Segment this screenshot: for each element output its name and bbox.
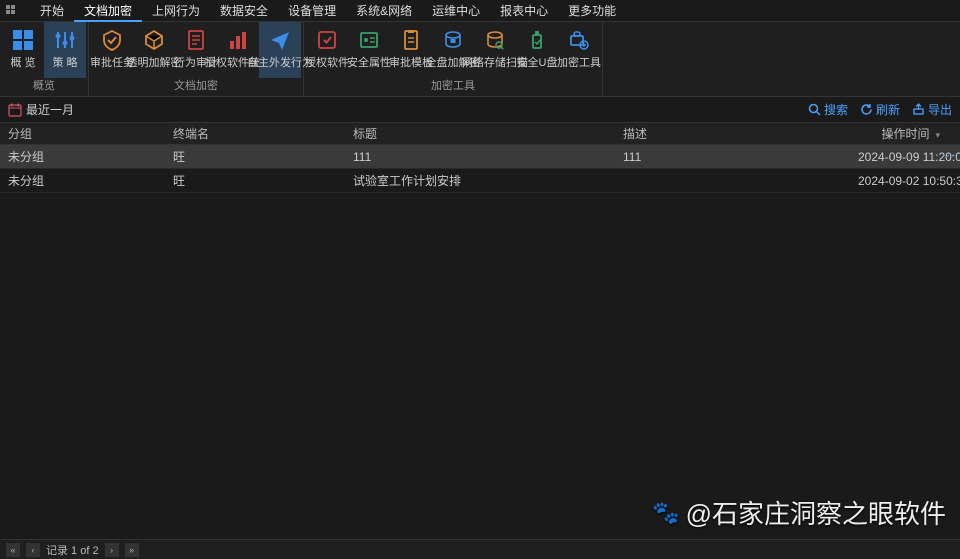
crypt-tool-icon [567,28,591,52]
ribbon: 概 览策 略概览审批任务透明加解密行为审计授权软件统计自主外发行为文档加密授权软… [0,22,960,97]
nav-first[interactable]: « [6,543,20,557]
table-row[interactable]: 未分组旺1111112024-09-09 11:20:03⋯ [0,145,960,169]
ribbon-overview[interactable]: 概 览 [2,22,44,78]
date-range-label: 最近一月 [26,101,74,118]
record-status: 记录 1 of 2 [46,542,99,558]
search-button[interactable]: 搜索 [808,101,848,118]
transparent-decrypt-icon [142,28,166,52]
export-icon [912,103,925,116]
row-more-icon[interactable]: ⋯ [941,145,956,169]
security-attr-icon [357,28,381,52]
secure-u-icon [525,28,549,52]
paw-icon: 🐾 [652,500,679,526]
overview-icon [11,28,35,52]
cell-title: 111 [345,146,615,168]
netstore-scan-icon [483,28,507,52]
fulldisk-crypt-icon [441,28,465,52]
ribbon-netstore-scan[interactable]: 网络存储扫描 [474,22,516,78]
menu-item-4[interactable]: 设备管理 [278,0,346,22]
menu-item-6[interactable]: 运维中心 [422,0,490,22]
refresh-icon [860,103,873,116]
search-icon [808,103,821,116]
menu-items: 开始文档加密上网行为数据安全设备管理系统&网络运维中心报表中心更多功能 [30,0,626,22]
cell-terminal: 旺 [165,146,345,168]
cell-group: 未分组 [0,146,165,168]
app-menu-icon[interactable] [4,4,20,18]
menu-item-0[interactable]: 开始 [30,0,74,22]
menubar: 开始文档加密上网行为数据安全设备管理系统&网络运维中心报表中心更多功能 [0,0,960,22]
nav-last[interactable]: » [125,543,139,557]
ribbon-strategy[interactable]: 策 略 [44,22,86,78]
approve-task-icon [100,28,124,52]
ribbon-self-send[interactable]: 自主外发行为 [259,22,301,78]
cell-title: 试验室工作计划安排 [345,170,615,192]
ribbon-group-label: 文档加密 [91,78,301,96]
ribbon-transparent-decrypt[interactable]: 透明加解密 [133,22,175,78]
cell-group: 未分组 [0,170,165,192]
col-header-desc[interactable]: 描述 [615,123,850,145]
ribbon-auth-software[interactable]: 授权软件 [306,22,348,78]
strategy-icon [53,28,77,52]
menu-item-3[interactable]: 数据安全 [210,0,278,22]
nav-next[interactable]: › [105,543,119,557]
menu-item-1[interactable]: 文档加密 [74,0,142,22]
menu-item-5[interactable]: 系统&网络 [346,0,422,22]
cell-terminal: 旺 [165,170,345,192]
ribbon-security-attr[interactable]: 安全属性 [348,22,390,78]
col-header-group[interactable]: 分组 [0,123,165,145]
status-bar: « ‹ 记录 1 of 2 › » [0,539,960,559]
ribbon-group-label: 概览 [2,78,86,96]
auth-stats-icon [226,28,250,52]
ribbon-group-label: 加密工具 [306,78,600,96]
cell-time: 2024-09-02 10:50:37 [850,170,960,192]
menu-item-7[interactable]: 报表中心 [490,0,558,22]
self-send-icon [268,28,292,52]
ribbon-group-0: 概 览策 略概览 [0,22,89,96]
ribbon-group-1: 审批任务透明加解密行为审计授权软件统计自主外发行为文档加密 [89,22,304,96]
ribbon-secure-u[interactable]: 安全U盘 [516,22,558,78]
behavior-audit-icon [184,28,208,52]
nav-prev[interactable]: ‹ [26,543,40,557]
export-button[interactable]: 导出 [912,101,952,118]
table-header: 分组 终端名 标题 描述 操作时间 [0,123,960,145]
col-header-time[interactable]: 操作时间 [850,123,960,145]
cell-desc: 111 [615,146,850,168]
calendar-icon [8,103,22,117]
col-header-terminal[interactable]: 终端名 [165,123,345,145]
menu-item-8[interactable]: 更多功能 [558,0,626,22]
date-range-filter[interactable]: 最近一月 [8,101,74,118]
ribbon-group-2: 授权软件安全属性审批模板全盘加解密网络存储扫描安全U盘加密工具加密工具 [304,22,603,96]
watermark: 🐾 @石家庄洞察之眼软件 [652,494,946,531]
col-header-title[interactable]: 标题 [345,123,615,145]
cell-desc [615,170,850,192]
table-body: 未分组旺1111112024-09-09 11:20:03⋯未分组旺试验室工作计… [0,145,960,193]
filter-bar: 最近一月 搜索 刷新 导出 [0,97,960,123]
menu-item-2[interactable]: 上网行为 [142,0,210,22]
auth-software-icon [315,28,339,52]
table-row[interactable]: 未分组旺试验室工作计划安排 2024-09-02 10:50:37 [0,169,960,193]
refresh-button[interactable]: 刷新 [860,101,900,118]
audit-template-icon [399,28,423,52]
ribbon-crypt-tool[interactable]: 加密工具 [558,22,600,78]
